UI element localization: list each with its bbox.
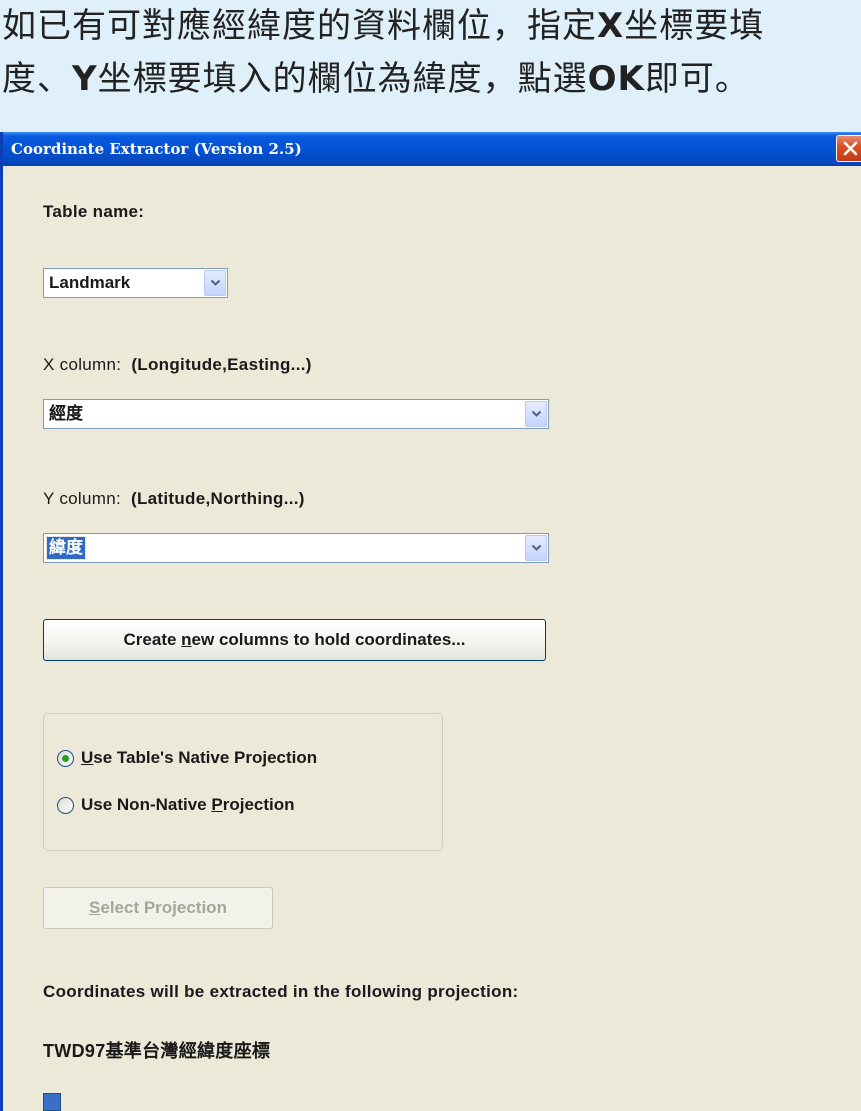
y-column-label: Y column: (Latitude,Northing...) [43, 489, 305, 508]
instruction-line-2: 度、Y坐標要填入的欄位為緯度，點選OK即可。 [2, 59, 750, 99]
x-column-label: X column: (Longitude,Easting...) [43, 355, 312, 374]
chevron-down-icon [531, 410, 542, 417]
x-column-value: 經度 [49, 404, 83, 423]
coordinate-extractor-dialog: Coordinate Extractor (Version 2.5) Table… [0, 132, 861, 1111]
chevron-down-icon [531, 544, 542, 551]
x-column-dropdown-button[interactable] [525, 401, 547, 427]
radio-non-native-label: Use Non-Native Projection [81, 795, 295, 814]
table-name-dropdown-button[interactable] [204, 270, 226, 296]
create-columns-button[interactable]: Create new columns to hold coordinates..… [43, 619, 546, 661]
x-column-select[interactable]: 經度 [43, 399, 549, 429]
instruction-banner: 如已有可對應經緯度的資料欄位，指定X坐標要填 度、Y坐標要填入的欄位為緯度，點選… [0, 0, 861, 128]
title-bar[interactable]: Coordinate Extractor (Version 2.5) [3, 132, 861, 166]
y-column-value: 緯度 [46, 536, 86, 560]
table-name-select[interactable]: Landmark [43, 268, 228, 298]
table-name-value: Landmark [49, 273, 131, 292]
instruction-line-1: 如已有可對應經緯度的資料欄位，指定X坐標要填 [2, 6, 765, 46]
radio-button-unchecked[interactable] [57, 797, 74, 814]
table-name-label: Table name: [43, 202, 145, 221]
y-column-dropdown-button[interactable] [525, 535, 547, 561]
projection-groupbox [43, 713, 443, 851]
select-projection-button[interactable]: Select Projection [43, 887, 273, 929]
radio-button-checked[interactable] [57, 750, 74, 767]
window-title: Coordinate Extractor (Version 2.5) [11, 140, 302, 158]
checkbox[interactable] [43, 1093, 61, 1111]
projection-caption: Coordinates will be extracted in the fol… [43, 982, 519, 1001]
chevron-down-icon [210, 279, 221, 286]
radio-native-label: Use Table's Native Projection [81, 748, 318, 767]
close-icon [843, 141, 858, 156]
y-column-select[interactable]: 緯度 [43, 533, 549, 563]
projection-name: TWD97基準台灣經緯度座標 [43, 1041, 271, 1061]
close-button[interactable] [836, 135, 861, 162]
